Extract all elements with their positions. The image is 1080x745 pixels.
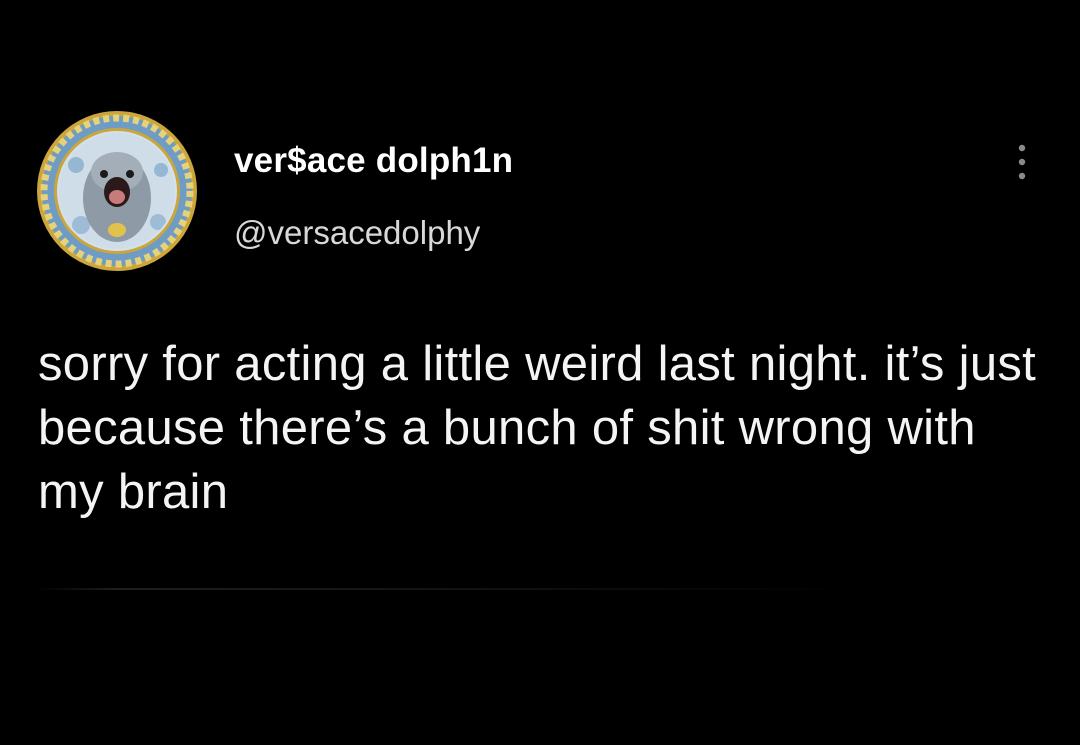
user-handle[interactable]: @versacedolphy (234, 214, 480, 252)
more-options-button[interactable] (1000, 140, 1044, 184)
versace-dolphin-avatar-icon (37, 111, 197, 271)
profile-avatar[interactable] (36, 110, 198, 272)
tweet-text: sorry for acting a little weird last nig… (38, 337, 1037, 519)
more-vertical-icon (1018, 144, 1026, 180)
divider (36, 588, 856, 590)
display-name[interactable]: ver$ace dolph1n (234, 141, 513, 181)
tweet-card: ver$ace dolph1n @versacedolphy sorry for… (0, 0, 1080, 745)
